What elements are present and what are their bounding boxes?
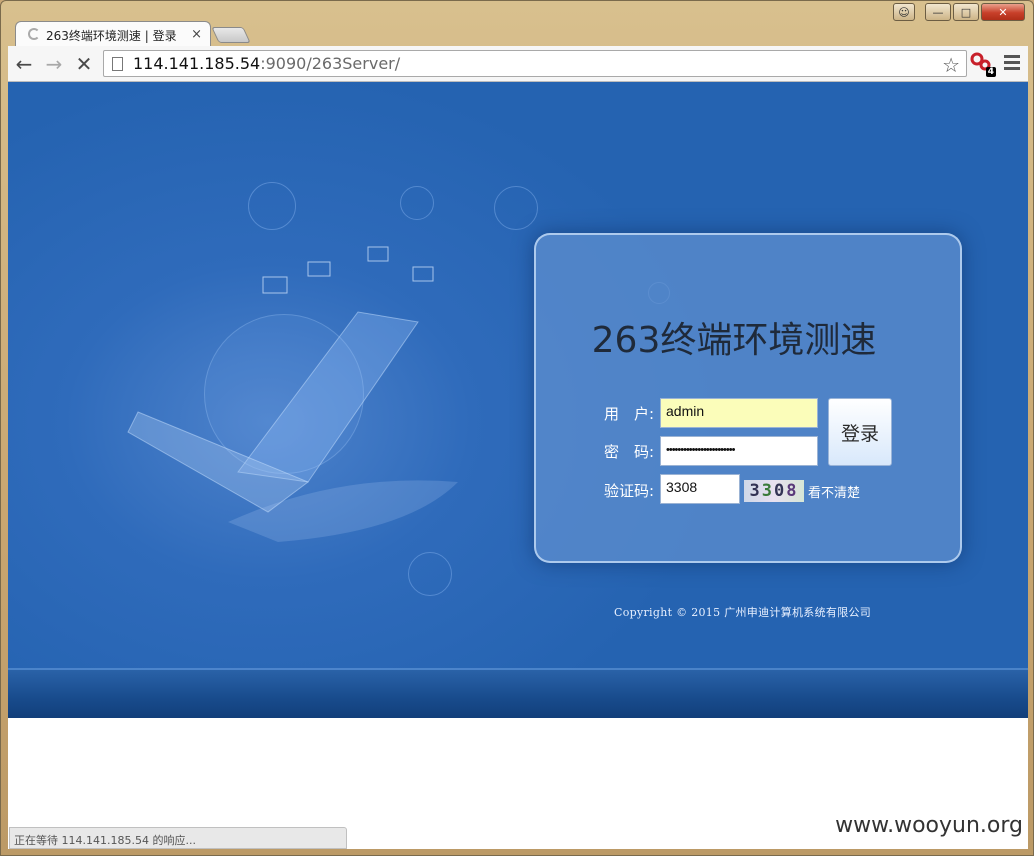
bookmark-star-icon[interactable]: ☆ [942,53,960,77]
tab-title: 263终端环境测速 | 登录 [46,29,177,43]
url-host: 114.141.185.54 [133,54,261,73]
footer-band [8,670,1028,718]
tab-close-icon[interactable]: × [191,27,202,42]
decor-circle [494,186,538,230]
login-panel: 263终端环境测速 用 户: admin 密 码: ••••••••••••••… [534,233,962,563]
page-content: 263终端环境测速 用 户: admin 密 码: ••••••••••••••… [8,82,1028,849]
back-arrow-icon[interactable]: ← [10,50,38,78]
captcha-refresh-link[interactable]: 看不清楚 [808,482,860,501]
new-tab-button[interactable] [211,27,251,43]
watermark: www.wooyun.org [835,813,1023,838]
window-controls: ☺ — □ ✕ [893,3,1025,21]
loading-spinner-icon [28,28,40,40]
captcha-label: 验证码: [604,482,655,500]
stop-loading-icon[interactable]: ✕ [70,50,98,78]
browser-window: ☺ — □ ✕ 263终端环境测速 | 登录 × ← → ✕ 114.141.1… [0,0,1034,856]
extension-badge: 4 [985,67,996,77]
browser-tab[interactable]: 263终端环境测速 | 登录 × [15,21,211,47]
laptop-illustration [127,246,458,542]
username-label: 用 户: [604,405,655,423]
copyright-text: Copyright © 2015 广州申迪计算机系统有限公司 [614,606,872,619]
password-input[interactable]: •••••••••••••••••••••••• [660,436,818,466]
maximize-button[interactable]: □ [953,3,979,21]
forward-arrow-icon[interactable]: → [40,50,68,78]
close-window-button[interactable]: ✕ [981,3,1025,21]
login-title: 263终端环境测速 [591,320,877,361]
login-button[interactable]: 登录 [828,398,892,466]
user-profile-icon[interactable]: ☺ [893,3,915,21]
minimize-button[interactable]: — [925,3,951,21]
chrome-menu-icon[interactable] [1002,52,1022,72]
page-icon [112,56,123,71]
status-bar: 正在等待 114.141.185.54 的响应... [9,827,347,849]
decor-circle [408,552,452,596]
url-path: :9090/263Server/ [260,54,401,73]
decor-circle [400,186,434,220]
address-bar[interactable]: 114.141.185.54:9090/263Server/ ☆ [103,50,967,77]
captcha-image[interactable]: 3308 [744,480,804,502]
captcha-input[interactable]: 3308 [660,474,740,504]
decor-circle [248,182,296,230]
browser-toolbar: ← → ✕ 114.141.185.54:9090/263Server/ ☆ 4 [8,46,1028,82]
extension-icon[interactable]: 4 [970,51,996,77]
username-input[interactable]: admin [660,398,818,428]
hero-background: 263终端环境测速 用 户: admin 密 码: ••••••••••••••… [8,82,1028,718]
password-label: 密 码: [604,443,655,461]
